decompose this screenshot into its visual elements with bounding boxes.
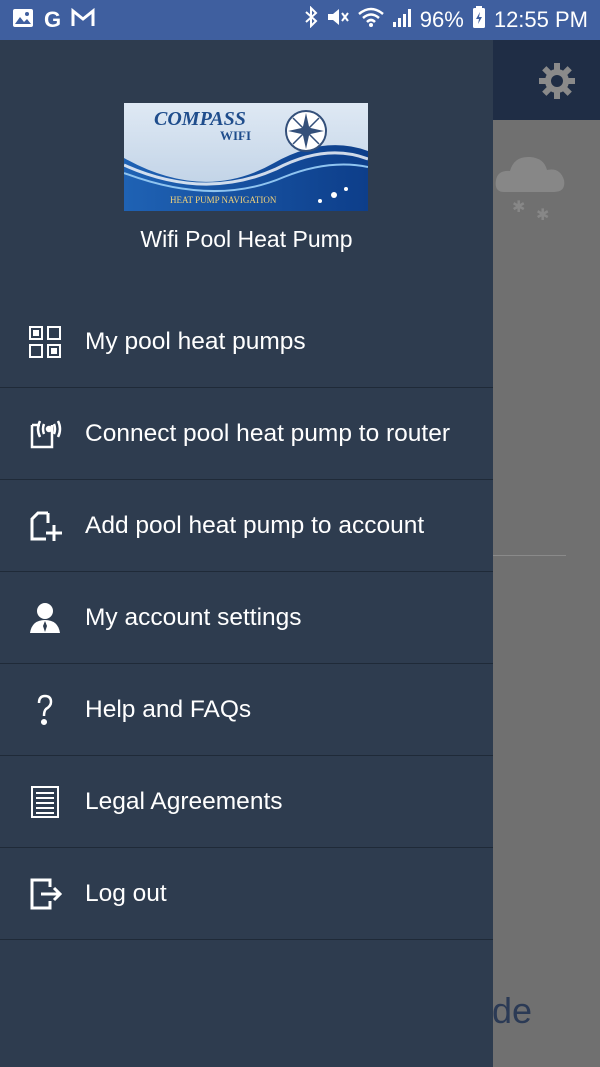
svg-text:✱: ✱ <box>512 197 525 216</box>
question-icon <box>28 693 62 727</box>
add-device-icon <box>28 509 62 543</box>
status-notifications: G <box>12 7 95 33</box>
menu-item-label: Add pool heat pump to account <box>85 511 425 539</box>
menu-item-label: Help and FAQs <box>85 695 252 723</box>
status-bar: G 96% 12:55 PM <box>0 0 600 40</box>
clock: 12:55 PM <box>493 7 588 32</box>
qr-grid-icon <box>28 325 62 359</box>
compass-wifi-logo: COMPASS WIFI HEAT PUMP NAVIGATION <box>124 103 368 211</box>
menu-item-label: My pool heat pumps <box>85 327 306 355</box>
document-icon <box>28 785 62 819</box>
menu-item-legal-agreements[interactable]: Legal Agreements <box>0 756 493 848</box>
mute-icon <box>326 6 350 34</box>
battery-icon <box>472 5 486 35</box>
menu-item-label: Log out <box>85 879 167 907</box>
menu-item-connect-to-router[interactable]: Connect pool heat pump to router <box>0 388 493 480</box>
logo-subtitle-text: WIFI <box>220 128 251 143</box>
google-icon: G <box>44 7 62 32</box>
menu-item-account-settings[interactable]: My account settings <box>0 572 493 664</box>
background-partial-text: de <box>492 990 533 1031</box>
bluetooth-icon <box>304 5 318 34</box>
menu-item-my-pool-heat-pumps[interactable]: My pool heat pumps <box>0 296 493 388</box>
gmail-icon <box>71 7 95 33</box>
menu-item-label: My account settings <box>85 603 302 631</box>
battery-percent: 96% <box>419 7 464 32</box>
drawer-header: COMPASS WIFI HEAT PUMP NAVIGATION Wifi P… <box>0 40 493 308</box>
person-icon <box>28 601 62 635</box>
menu-item-label: Legal Agreements <box>85 787 283 815</box>
app-name: Wifi Pool Heat Pump <box>140 226 353 252</box>
wifi-icon <box>357 6 384 34</box>
navigation-drawer: COMPASS WIFI HEAT PUMP NAVIGATION Wifi P… <box>0 40 493 1067</box>
menu-item-help-faqs[interactable]: Help and FAQs <box>0 664 493 756</box>
logout-icon <box>28 877 62 911</box>
background-divider <box>492 555 566 556</box>
drawer-menu: My pool heat pumps Connect pool heat pum… <box>0 296 493 940</box>
settings-gear-icon[interactable] <box>538 62 576 100</box>
logo-title-text: COMPASS <box>154 108 246 130</box>
menu-item-label: Connect pool heat pump to router <box>85 419 451 447</box>
signal-icon <box>392 6 412 34</box>
router-signal-icon <box>28 417 62 451</box>
menu-item-log-out[interactable]: Log out <box>0 848 493 940</box>
logo-tagline-text: HEAT PUMP NAVIGATION <box>170 195 277 205</box>
svg-text:✱: ✱ <box>536 205 549 224</box>
gallery-icon <box>12 8 34 33</box>
menu-item-add-pool-heat-pump[interactable]: Add pool heat pump to account <box>0 480 493 572</box>
weather-snow-cloud-icon: ✱ ✱ <box>490 140 574 224</box>
